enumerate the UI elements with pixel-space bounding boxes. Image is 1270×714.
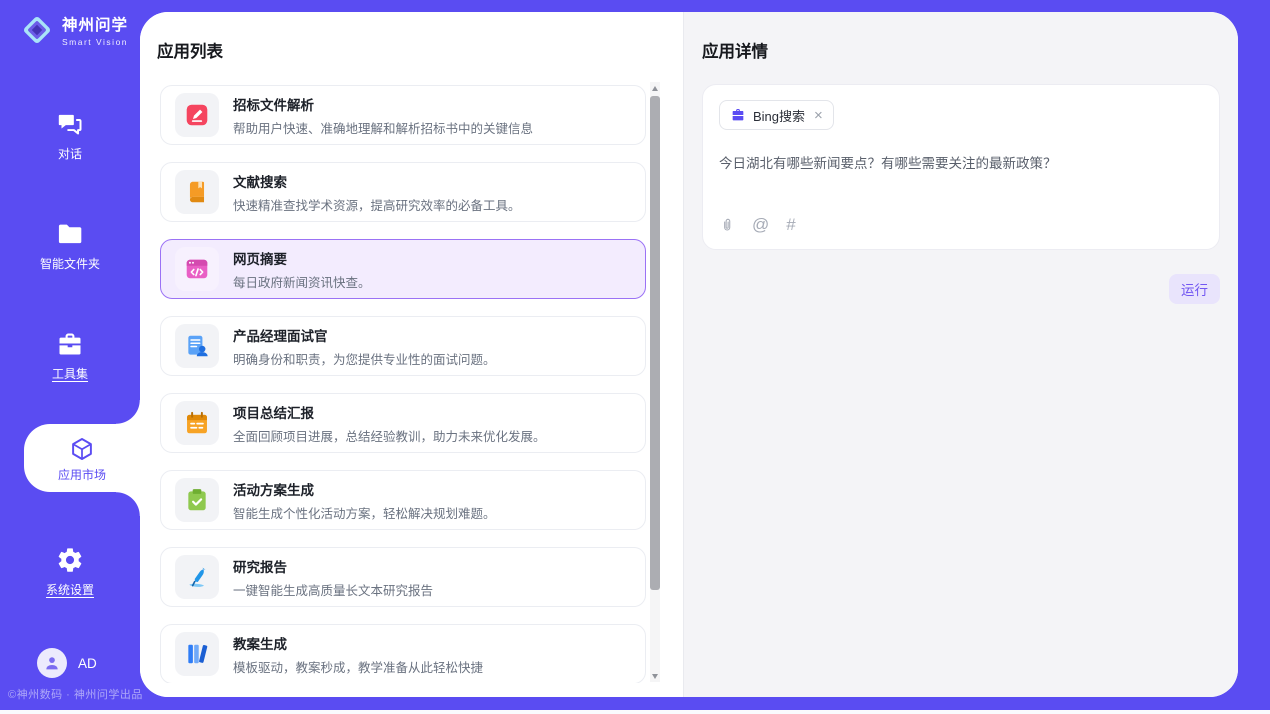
app-list-panel: 应用列表 招标文件解析 帮助用户快速、准确地理解和解析招标书中的关键信息 文献搜… <box>140 12 683 697</box>
books-icon <box>175 632 219 676</box>
app-detail-title: 应用详情 <box>702 42 1220 62</box>
app-card-title: 教案生成 <box>233 633 483 653</box>
scrollbar[interactable] <box>650 82 660 682</box>
scroll-thumb[interactable] <box>650 96 660 590</box>
brand-logo: 神州问学 Smart Vision <box>20 13 128 47</box>
doc-edit-icon <box>175 93 219 137</box>
sidebar-item-toolset[interactable]: 工具集 <box>0 330 140 383</box>
app-card-description: 一键智能生成高质量长文本研究报告 <box>233 580 433 599</box>
query-text[interactable]: 今日湖北有哪些新闻要点？有哪些需要关注的最新政策？ <box>719 152 1057 172</box>
paperclip-icon[interactable] <box>719 217 735 233</box>
app-list-title: 应用列表 <box>157 42 683 62</box>
app-card-title: 招标文件解析 <box>233 94 533 114</box>
sidebar-item-settings[interactable]: 系统设置 <box>0 546 140 599</box>
app-card-pm-interviewer[interactable]: 产品经理面试官 明确身份和职责，为您提供专业性的面试问题。 <box>160 316 646 376</box>
sidebar-item-label: 工具集 <box>52 365 88 382</box>
app-card-description: 模板驱动，教案秒成，教学准备从此轻松快捷 <box>233 657 483 676</box>
brand-tagline: Smart Vision <box>62 37 128 47</box>
app-card-description: 快速精准查找学术资源，提高研究效率的必备工具。 <box>233 195 521 214</box>
briefcase-icon <box>730 107 746 123</box>
close-icon[interactable]: × <box>814 108 823 123</box>
app-card-description: 全面回顾项目进展，总结经验教训，助力未来优化发展。 <box>233 426 546 445</box>
interview-icon <box>175 324 219 368</box>
research-icon <box>175 555 219 599</box>
prompt-card: Bing搜索 × 今日湖北有哪些新闻要点？有哪些需要关注的最新政策？ @ # <box>702 84 1220 250</box>
copyright-footer: ©神州数码 · 神州问学出品 <box>8 686 143 702</box>
app-card-project-summary-report[interactable]: 项目总结汇报 全面回顾项目进展，总结经验教训，助力未来优化发展。 <box>160 393 646 453</box>
app-card-description: 每日政府新闻资讯快查。 <box>233 272 371 291</box>
app-card-title: 产品经理面试官 <box>233 325 496 345</box>
folder-icon <box>0 220 140 248</box>
app-card-list: 招标文件解析 帮助用户快速、准确地理解和解析招标书中的关键信息 文献搜索 快速精… <box>160 85 646 683</box>
sidebar: 神州问学 Smart Vision 对话 智能文件夹 工具集 应用市场 系统设置… <box>0 0 140 714</box>
app-card-lesson-plan-generator[interactable]: 教案生成 模板驱动，教案秒成，教学准备从此轻松快捷 <box>160 624 646 683</box>
app-detail-panel: 应用详情 Bing搜索 × 今日湖北有哪些新闻要点？有哪些需要关注的最新政策？ … <box>683 12 1238 697</box>
app-card-title: 文献搜索 <box>233 171 521 191</box>
at-sign-icon[interactable]: @ <box>752 216 769 233</box>
app-card-title: 研究报告 <box>233 556 433 576</box>
diamond-logo-icon <box>20 13 54 47</box>
app-card-description: 明确身份和职责，为您提供专业性的面试问题。 <box>233 349 496 368</box>
scroll-down-arrow[interactable] <box>650 670 660 682</box>
sidebar-item-label: 智能文件夹 <box>40 255 100 272</box>
hash-icon[interactable]: # <box>786 216 795 233</box>
run-row: 运行 <box>702 274 1220 304</box>
tool-chip[interactable]: Bing搜索 × <box>719 100 834 130</box>
sidebar-item-label: 对话 <box>58 145 82 162</box>
user-label: AD <box>78 656 97 671</box>
composer-toolbar: @ # <box>719 216 796 233</box>
sidebar-item-app-market[interactable]: 应用市场 <box>24 424 140 492</box>
cube-icon <box>69 436 95 462</box>
app-card-bid-document-analysis[interactable]: 招标文件解析 帮助用户快速、准确地理解和解析招标书中的关键信息 <box>160 85 646 145</box>
app-card-event-plan-generator[interactable]: 活动方案生成 智能生成个性化活动方案，轻松解决规划难题。 <box>160 470 646 530</box>
app-card-description: 帮助用户快速、准确地理解和解析招标书中的关键信息 <box>233 118 533 137</box>
run-button[interactable]: 运行 <box>1169 274 1220 304</box>
chat-icon <box>0 110 140 138</box>
sidebar-item-label: 应用市场 <box>58 466 106 483</box>
app-card-webpage-summary[interactable]: 网页摘要 每日政府新闻资讯快查。 <box>160 239 646 299</box>
scroll-up-arrow[interactable] <box>650 82 660 94</box>
clipboard-check-icon <box>175 478 219 522</box>
app-card-title: 网页摘要 <box>233 248 371 268</box>
app-card-title: 项目总结汇报 <box>233 402 546 422</box>
user-account[interactable]: AD <box>37 648 97 678</box>
main-content: 应用列表 招标文件解析 帮助用户快速、准确地理解和解析招标书中的关键信息 文献搜… <box>140 12 1238 697</box>
app-card-literature-search[interactable]: 文献搜索 快速精准查找学术资源，提高研究效率的必备工具。 <box>160 162 646 222</box>
gear-icon <box>0 546 140 574</box>
app-card-description: 智能生成个性化活动方案，轻松解决规划难题。 <box>233 503 496 522</box>
tool-chip-label: Bing搜索 <box>753 106 805 125</box>
person-icon[interactable] <box>37 648 67 678</box>
calendar-icon <box>175 401 219 445</box>
book-icon <box>175 170 219 214</box>
brand-name: 神州问学 <box>62 13 128 35</box>
sidebar-item-label: 系统设置 <box>46 581 94 598</box>
webpage-icon <box>175 247 219 291</box>
toolbox-icon <box>0 330 140 358</box>
app-card-research-report[interactable]: 研究报告 一键智能生成高质量长文本研究报告 <box>160 547 646 607</box>
sidebar-item-smart-folders[interactable]: 智能文件夹 <box>0 220 140 273</box>
sidebar-item-chat[interactable]: 对话 <box>0 110 140 163</box>
app-card-title: 活动方案生成 <box>233 479 496 499</box>
